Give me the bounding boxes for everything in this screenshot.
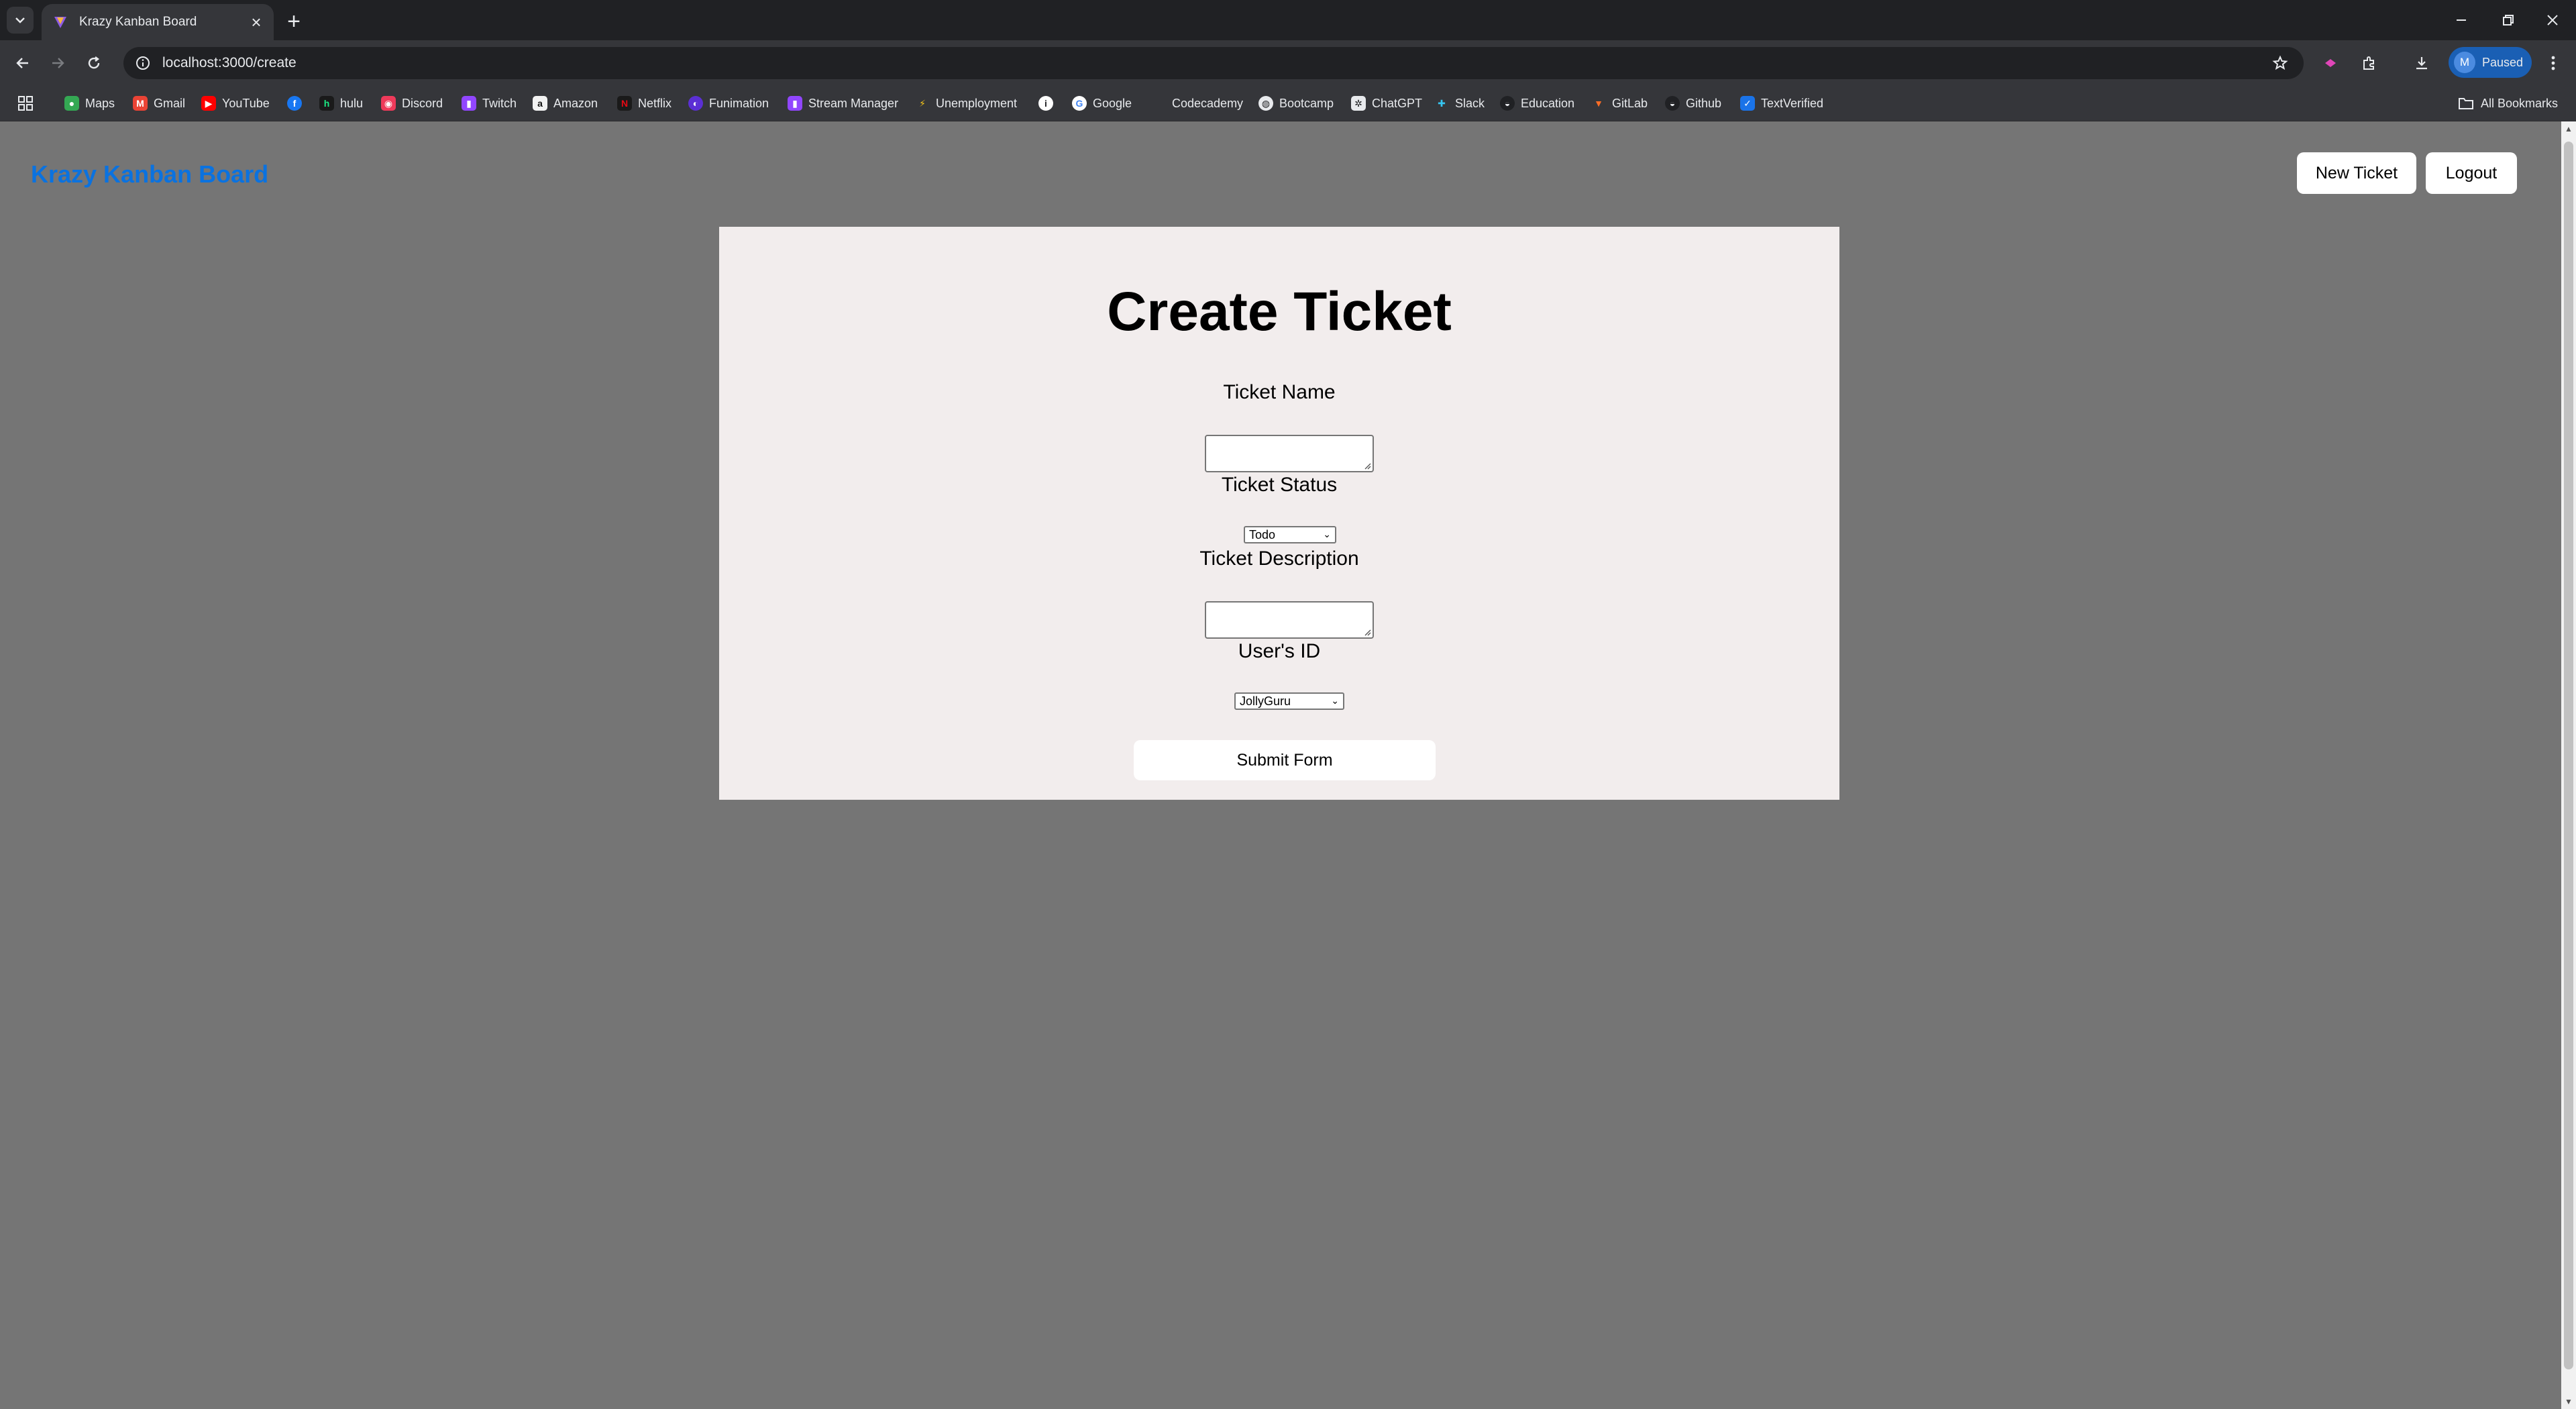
close-window-icon[interactable] [2529, 0, 2576, 40]
close-tab-icon[interactable]: × [244, 10, 268, 34]
chatgpt-icon: ✲ [1351, 96, 1366, 111]
new-ticket-button[interactable]: New Ticket [2297, 152, 2416, 194]
ticket-status-value: Todo [1249, 527, 1276, 541]
bookmark-maps[interactable]: ● Maps [64, 93, 115, 114]
amazon-icon: a [533, 96, 547, 111]
ticket-status-label: Ticket Status [1221, 474, 1338, 496]
brand-logo[interactable]: Krazy Kanban Board [31, 160, 268, 189]
maps-icon: ● [64, 96, 79, 111]
scroll-thumb[interactable] [2564, 142, 2573, 1369]
active-tab[interactable]: Krazy Kanban Board × [42, 4, 274, 40]
scroll-down-icon[interactable]: ▼ [2561, 1394, 2576, 1409]
gitlab-icon: ▼ [1594, 98, 1603, 109]
github-icon: ◒ [1665, 96, 1680, 111]
twitch-icon: ▮ [462, 96, 476, 111]
page-scrollbar[interactable]: ▲ ▼ [2561, 121, 2576, 1409]
site-info-icon[interactable] [133, 53, 153, 73]
address-bar[interactable]: localhost:3000/create [123, 47, 2304, 79]
chevron-down-icon: ⌄ [1323, 529, 1331, 539]
check-icon: ✓ [1740, 96, 1755, 111]
bookmark-hulu[interactable]: h hulu [319, 93, 363, 114]
tab-title: Krazy Kanban Board [79, 15, 197, 29]
bookmark-facebook[interactable]: f [287, 93, 308, 114]
all-bookmarks[interactable]: All Bookmarks [2458, 93, 2558, 114]
netflix-icon: N [617, 96, 632, 111]
resize-grip-icon[interactable] [1363, 628, 1371, 636]
bookmark-gitlab[interactable]: ▼ GitLab [1591, 93, 1648, 114]
more-menu-icon[interactable] [2538, 48, 2568, 78]
bookmark-funimation[interactable]: ◐ Funimation [688, 93, 769, 114]
hulu-icon: h [319, 96, 334, 111]
bookmark-amazon[interactable]: a Amazon [533, 93, 598, 114]
browser-tab-bar: Krazy Kanban Board × + [0, 0, 2576, 40]
app-favicon-icon [51, 13, 70, 32]
back-icon[interactable] [8, 48, 38, 78]
restore-icon[interactable] [2485, 0, 2532, 40]
lightning-icon: ⚡ [919, 97, 926, 109]
twitch-icon: ▮ [788, 96, 802, 111]
user-id-select[interactable]: JollyGuru ⌄ [1234, 692, 1344, 710]
forward-icon[interactable] [43, 48, 72, 78]
ticket-name-label: Ticket Name [1223, 381, 1336, 403]
bookmark-unemployment[interactable]: ⚡ Unemployment [915, 93, 1017, 114]
bookmarks-bar: ● Maps M Gmail ▶ YouTube f h hulu ◉ Discord ▮… [0, 86, 2576, 121]
chevron-down-icon: ⌄ [1331, 695, 1339, 706]
profile-status: Paused [2482, 55, 2524, 69]
globe-icon: ◍ [1258, 96, 1273, 111]
bookmark-slack[interactable]: ✚ Slack [1434, 93, 1485, 114]
user-id-label: User's ID [1238, 640, 1321, 662]
folder-icon [2459, 98, 2473, 109]
new-tab-icon[interactable]: + [280, 8, 307, 35]
gmail-icon: M [133, 96, 148, 111]
page-viewport: Krazy Kanban Board New Ticket Logout Cre… [0, 121, 2561, 1409]
reload-icon[interactable] [79, 48, 109, 78]
resize-grip-icon[interactable] [1363, 462, 1371, 470]
bookmark-netflix[interactable]: N Netflix [617, 93, 672, 114]
google-icon: G [1072, 96, 1087, 111]
bookmark-github[interactable]: ◒ Github [1665, 93, 1721, 114]
user-id-value: JollyGuru [1240, 694, 1291, 708]
ticket-description-input[interactable] [1205, 601, 1374, 639]
facebook-icon: f [287, 96, 302, 111]
codecademy-icon [1151, 96, 1166, 111]
bookmark-codecademy[interactable]: Codecademy [1151, 93, 1243, 114]
github-icon: ◒ [1500, 96, 1515, 111]
bookmark-stream-manager[interactable]: ▮ Stream Manager [788, 93, 898, 114]
bookmark-chatgpt[interactable]: ✲ ChatGPT [1351, 93, 1422, 114]
ticket-status-select[interactable]: Todo ⌄ [1244, 526, 1336, 543]
bookmark-youtube[interactable]: ▶ YouTube [201, 93, 270, 114]
discord-icon: ◉ [381, 96, 396, 111]
extensions-puzzle-icon[interactable] [2355, 48, 2384, 78]
ticket-description-label: Ticket Description [1199, 547, 1359, 570]
funimation-icon: ◐ [688, 96, 703, 111]
bookmark-star-icon[interactable] [2270, 53, 2290, 73]
bookmark-education[interactable]: ◒ Education [1500, 93, 1574, 114]
page-title: Create Ticket [1107, 281, 1452, 342]
ticket-name-input[interactable] [1205, 435, 1374, 472]
bookmark-textverified[interactable]: ✓ TextVerified [1740, 93, 1823, 114]
submit-button[interactable]: Submit Form [1134, 740, 1436, 780]
slack-icon: ✚ [1438, 97, 1446, 109]
info-icon: i [1038, 96, 1053, 111]
scroll-up-icon[interactable]: ▲ [2561, 121, 2576, 136]
chevron-down-icon [15, 17, 25, 23]
apps-grid-icon[interactable] [17, 93, 34, 114]
create-ticket-form: Create Ticket Ticket Name Ticket Status … [719, 227, 1839, 800]
avatar: M [2454, 52, 2475, 73]
tab-search-button[interactable] [7, 7, 34, 34]
download-icon[interactable] [2407, 48, 2436, 78]
bookmark-gmail[interactable]: M Gmail [133, 93, 185, 114]
profile-button[interactable]: M Paused [2449, 47, 2532, 78]
extension-media-icon[interactable] [2316, 48, 2345, 78]
browser-toolbar: localhost:3000/create M Paused [0, 40, 2576, 86]
bookmark-twitch[interactable]: ▮ Twitch [462, 93, 517, 114]
bookmark-google[interactable]: G Google [1072, 93, 1132, 114]
minimize-icon[interactable] [2438, 0, 2485, 40]
url-text: localhost:3000/create [162, 55, 297, 70]
bookmark-discord[interactable]: ◉ Discord [381, 93, 443, 114]
youtube-icon: ▶ [201, 96, 216, 111]
logout-button[interactable]: Logout [2426, 152, 2517, 194]
bookmark-info[interactable]: i [1038, 93, 1059, 114]
bookmark-bootcamp[interactable]: ◍ Bootcamp [1258, 93, 1334, 114]
